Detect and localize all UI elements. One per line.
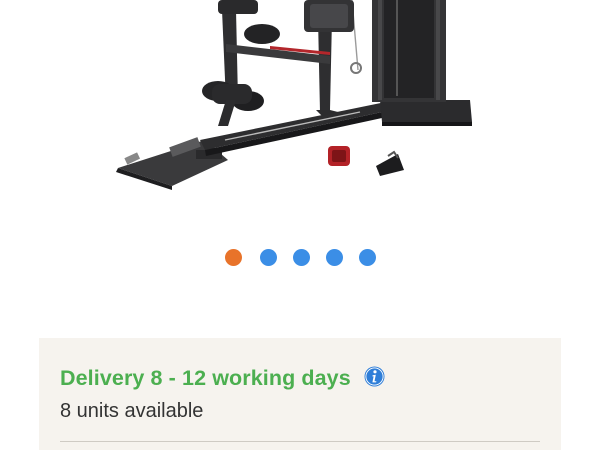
carousel-dot-4[interactable]	[326, 249, 343, 266]
divider	[60, 441, 540, 442]
units-available-text: 8 units available	[60, 400, 204, 422]
carousel-pagination	[0, 249, 600, 267]
home-gym-illustration	[116, 0, 472, 190]
product-page: Delivery 8 - 12 working days 8 units ava…	[0, 0, 600, 450]
delivery-time-text: Delivery 8 - 12 working days	[60, 366, 351, 390]
info-icon[interactable]	[364, 366, 385, 387]
product-image[interactable]	[0, 0, 600, 200]
carousel-dot-5[interactable]	[359, 249, 376, 266]
delivery-info-card: Delivery 8 - 12 working days 8 units ava…	[39, 338, 561, 450]
carousel-dot-2[interactable]	[260, 249, 277, 266]
carousel-dot-3[interactable]	[293, 249, 310, 266]
carousel-dot-1-active[interactable]	[225, 249, 242, 266]
